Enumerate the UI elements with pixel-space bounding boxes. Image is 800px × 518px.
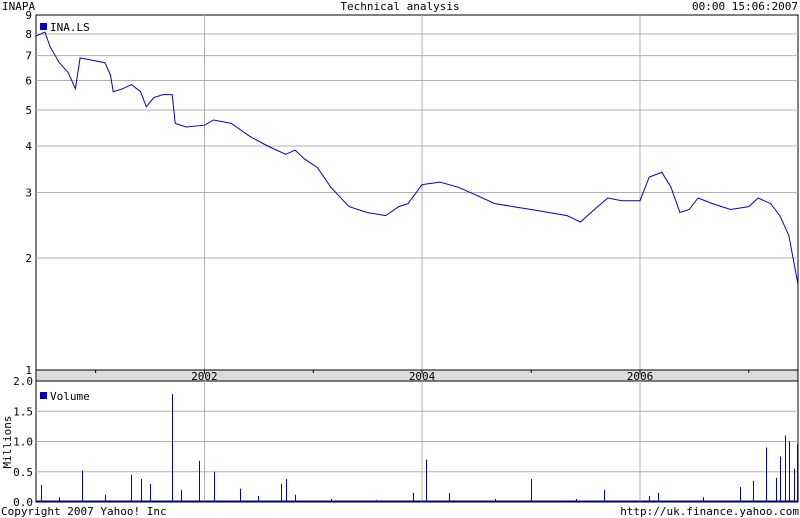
volume-y-ticks: 0.00.51.01.52.0 (13, 375, 33, 509)
price-legend-swatch (40, 23, 47, 30)
volume-y-tick-label: 2.0 (13, 375, 33, 388)
price-y-tick-label: 3 (25, 187, 32, 200)
price-y-ticks: 123456789 (25, 9, 32, 377)
copyright-text: Copyright 2007 Yahoo! Inc (1, 505, 167, 518)
volume-legend-swatch (40, 392, 47, 399)
price-y-tick-label: 4 (25, 140, 32, 153)
volume-y-tick-label: 1.5 (13, 405, 33, 418)
price-panel: 123456789 INA.LS (25, 9, 799, 377)
source-link[interactable]: http://uk.finance.yahoo.com (620, 505, 799, 518)
price-y-tick-label: 8 (25, 28, 32, 41)
price-y-tick-label: 7 (25, 50, 32, 63)
volume-y-tick-label: 0.5 (13, 466, 33, 479)
price-legend-label: INA.LS (50, 21, 90, 34)
volume-y-axis-label: Millions (1, 416, 14, 469)
price-y-tick-label: 5 (25, 104, 32, 117)
volume-y-tick-label: 1.0 (13, 436, 33, 449)
technical-analysis-chart: 123456789 INA.LS 2002 2004 2006 0.00.51.01… (1, 9, 799, 509)
price-y-tick-label: 9 (25, 9, 32, 22)
price-y-tick-label: 6 (25, 75, 32, 88)
volume-legend-label: Volume (50, 390, 90, 403)
price-y-tick-label: 2 (25, 252, 32, 265)
volume-panel: 0.00.51.01.52.0 Volume Millions (1, 375, 799, 509)
